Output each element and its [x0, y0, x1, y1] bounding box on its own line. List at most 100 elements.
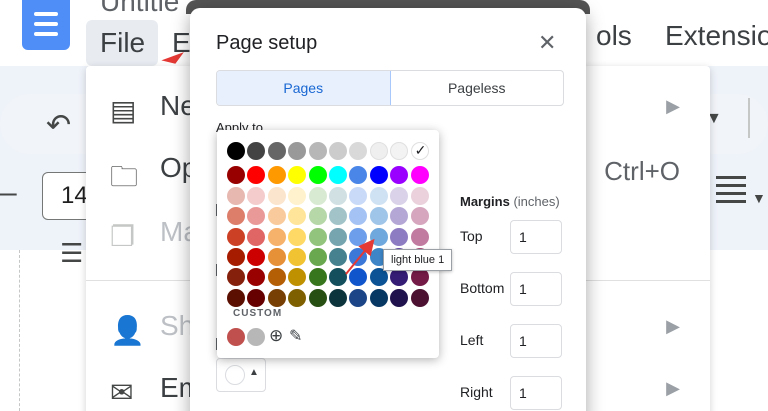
- align-caret-icon[interactable]: ▼: [752, 190, 766, 206]
- color-swatch[interactable]: [227, 207, 245, 226]
- color-swatch[interactable]: [288, 166, 307, 185]
- color-swatch[interactable]: [267, 166, 286, 185]
- color-swatch[interactable]: [227, 248, 245, 266]
- color-swatch[interactable]: [227, 227, 245, 246]
- color-swatch[interactable]: [349, 186, 368, 205]
- color-swatch[interactable]: [288, 186, 307, 205]
- color-swatch[interactable]: [349, 248, 368, 266]
- margin-top-input[interactable]: 1: [510, 220, 562, 254]
- color-swatch[interactable]: [267, 288, 286, 307]
- color-swatch[interactable]: [288, 268, 307, 287]
- color-swatch[interactable]: [308, 227, 327, 246]
- custom-color-swatch[interactable]: [247, 328, 265, 346]
- menu-tools[interactable]: ols: [596, 20, 632, 52]
- color-swatch[interactable]: [390, 268, 409, 287]
- color-swatch[interactable]: [390, 166, 409, 185]
- color-swatch[interactable]: [369, 166, 388, 185]
- color-swatch[interactable]: [288, 227, 307, 246]
- color-swatch[interactable]: [247, 227, 266, 246]
- color-swatch[interactable]: [267, 207, 286, 226]
- page-color-button[interactable]: ▲: [216, 358, 266, 392]
- color-swatch[interactable]: [308, 186, 327, 205]
- color-swatch[interactable]: [247, 288, 266, 307]
- add-custom-color-icon[interactable]: ⊕: [269, 326, 283, 346]
- tab-pages[interactable]: Pages: [217, 71, 391, 105]
- color-swatch[interactable]: [329, 227, 347, 246]
- color-swatch[interactable]: [308, 288, 327, 307]
- color-swatch[interactable]: [288, 207, 307, 226]
- color-swatch[interactable]: [308, 268, 327, 287]
- eyedropper-icon[interactable]: ✎: [289, 326, 302, 346]
- color-swatch[interactable]: [390, 288, 409, 307]
- color-swatch[interactable]: [349, 288, 368, 307]
- color-swatch[interactable]: [410, 268, 429, 287]
- list-icon[interactable]: ☰: [60, 238, 83, 269]
- color-swatch[interactable]: [390, 186, 409, 205]
- color-swatch[interactable]: [329, 268, 347, 287]
- color-swatch[interactable]: [410, 186, 429, 205]
- undo-icon[interactable]: ↶: [46, 108, 71, 143]
- color-swatch[interactable]: [410, 288, 429, 307]
- color-swatch[interactable]: [329, 248, 347, 266]
- color-swatch[interactable]: [227, 142, 245, 160]
- color-swatch[interactable]: [410, 142, 429, 160]
- color-swatch[interactable]: [349, 166, 368, 185]
- color-swatch[interactable]: [390, 227, 409, 246]
- margin-right-input[interactable]: 1: [510, 376, 562, 410]
- color-swatch[interactable]: [329, 186, 347, 205]
- color-swatch[interactable]: [227, 186, 245, 205]
- color-swatch[interactable]: [329, 142, 347, 160]
- color-swatch[interactable]: [349, 268, 368, 287]
- color-swatch[interactable]: [329, 207, 347, 226]
- color-swatch[interactable]: [369, 207, 388, 226]
- color-swatch[interactable]: [349, 142, 368, 160]
- color-swatch[interactable]: [349, 207, 368, 226]
- color-swatch[interactable]: [267, 248, 286, 266]
- color-swatch[interactable]: [227, 288, 245, 307]
- color-swatch[interactable]: [247, 166, 266, 185]
- color-swatch[interactable]: [288, 248, 307, 266]
- document-title[interactable]: Untitle: [100, 0, 179, 18]
- color-swatch[interactable]: [308, 248, 327, 266]
- custom-color-swatch[interactable]: [227, 328, 245, 346]
- color-swatch[interactable]: [247, 268, 266, 287]
- color-swatch[interactable]: [369, 268, 388, 287]
- color-swatch[interactable]: [308, 166, 327, 185]
- color-swatch[interactable]: [390, 142, 409, 160]
- color-swatch[interactable]: [247, 207, 266, 226]
- page-mode-toggle: Pages Pageless: [216, 70, 564, 106]
- close-icon[interactable]: ✕: [538, 30, 556, 56]
- color-swatch[interactable]: [267, 142, 286, 160]
- decrease-font-size-button[interactable]: –: [0, 176, 17, 210]
- color-swatch[interactable]: [329, 288, 347, 307]
- color-swatch[interactable]: [410, 207, 429, 226]
- color-swatch[interactable]: [410, 227, 429, 246]
- color-swatch[interactable]: [308, 207, 327, 226]
- color-swatch[interactable]: [267, 268, 286, 287]
- menu-file[interactable]: File: [86, 20, 158, 66]
- color-swatch[interactable]: [329, 166, 347, 185]
- color-swatch[interactable]: [267, 227, 286, 246]
- color-swatch[interactable]: [349, 227, 368, 246]
- color-swatch[interactable]: [288, 142, 307, 160]
- margin-top-label: Top: [460, 228, 483, 244]
- color-swatch[interactable]: [369, 142, 388, 160]
- color-swatch[interactable]: [369, 186, 388, 205]
- color-swatch[interactable]: [227, 268, 245, 287]
- color-swatch[interactable]: [369, 227, 388, 246]
- margin-bottom-input[interactable]: 1: [510, 272, 562, 306]
- tab-pageless[interactable]: Pageless: [391, 71, 564, 105]
- color-swatch[interactable]: [369, 288, 388, 307]
- color-swatch[interactable]: [390, 207, 409, 226]
- color-swatch[interactable]: [227, 166, 245, 185]
- color-swatch[interactable]: [410, 166, 429, 185]
- color-swatch[interactable]: [267, 186, 286, 205]
- menu-extensions[interactable]: Extensio: [665, 20, 768, 52]
- color-swatch[interactable]: [247, 186, 266, 205]
- color-swatch[interactable]: [308, 142, 327, 160]
- color-swatch[interactable]: [247, 248, 266, 266]
- align-icon[interactable]: [716, 176, 746, 210]
- color-swatch[interactable]: [288, 288, 307, 307]
- margin-left-input[interactable]: 1: [510, 324, 562, 358]
- color-swatch[interactable]: [247, 142, 266, 160]
